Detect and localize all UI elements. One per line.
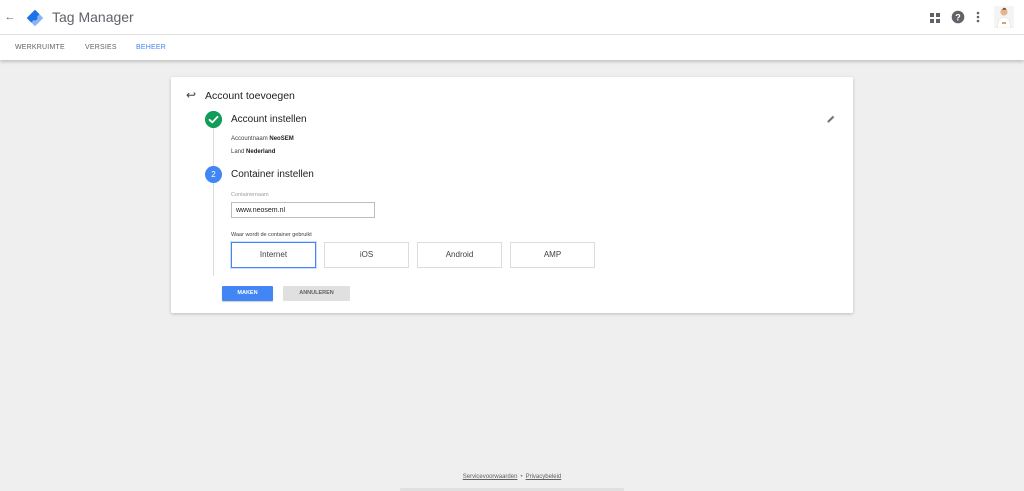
apps-icon[interactable] [929, 10, 941, 24]
stepper-line [213, 125, 214, 276]
country-row: Land Nederland [231, 148, 275, 156]
account-name-value: NeoSEM [269, 136, 294, 142]
card-back-icon[interactable]: ↩ [186, 89, 198, 101]
terms-link[interactable]: Servicevoorwaarden [463, 474, 518, 480]
app-title: Tag Manager [52, 9, 134, 25]
tag-manager-logo-icon [26, 9, 44, 27]
container-name-label: Containernaam [231, 192, 269, 198]
step-2-number: 2 [205, 166, 222, 183]
footer-links: Servicevoorwaarden • Privacybeleid [0, 473, 1024, 481]
platform-question: Waar wordt de container gebruikt [231, 232, 312, 238]
cancel-button[interactable]: ANNULEREN [283, 286, 350, 301]
check-circle-icon [205, 111, 222, 128]
help-icon[interactable]: ? [951, 10, 965, 24]
footer-separator: • [520, 474, 523, 480]
step-2-title: Container instellen [231, 169, 314, 180]
platform-android-button[interactable]: Android [417, 242, 502, 268]
edit-pencil-icon[interactable] [826, 114, 836, 124]
tab-versies[interactable]: VERSIES [85, 43, 117, 52]
tab-werkruimte[interactable]: WERKRUIMTE [15, 43, 65, 52]
platform-amp-button[interactable]: AMP [510, 242, 595, 268]
more-vert-icon[interactable] [975, 10, 981, 24]
country-label: Land [231, 149, 245, 155]
platform-ios-button[interactable]: iOS [324, 242, 409, 268]
step-1-title: Account instellen [231, 114, 307, 125]
privacy-link[interactable]: Privacybeleid [526, 474, 562, 480]
back-arrow-icon[interactable]: ← [4, 9, 16, 25]
container-name-input[interactable] [231, 202, 375, 218]
avatar[interactable] [994, 6, 1014, 28]
add-account-card: ↩ Account toevoegen Account instellen Ac… [171, 77, 853, 313]
create-button[interactable]: MAKEN [222, 286, 273, 301]
account-name-row: Accountnaam NeoSEM [231, 135, 294, 143]
card-title: Account toevoegen [205, 90, 295, 102]
svg-text:?: ? [955, 13, 961, 23]
section-nav: WERKRUIMTE VERSIES BEHEER [0, 35, 1024, 60]
country-value: Nederland [246, 149, 276, 155]
tab-beheer[interactable]: BEHEER [136, 43, 166, 52]
account-name-label: Accountnaam [231, 136, 268, 142]
platform-internet-button[interactable]: Internet [231, 242, 316, 268]
top-app-bar: ← Tag Manager ? [0, 0, 1024, 35]
